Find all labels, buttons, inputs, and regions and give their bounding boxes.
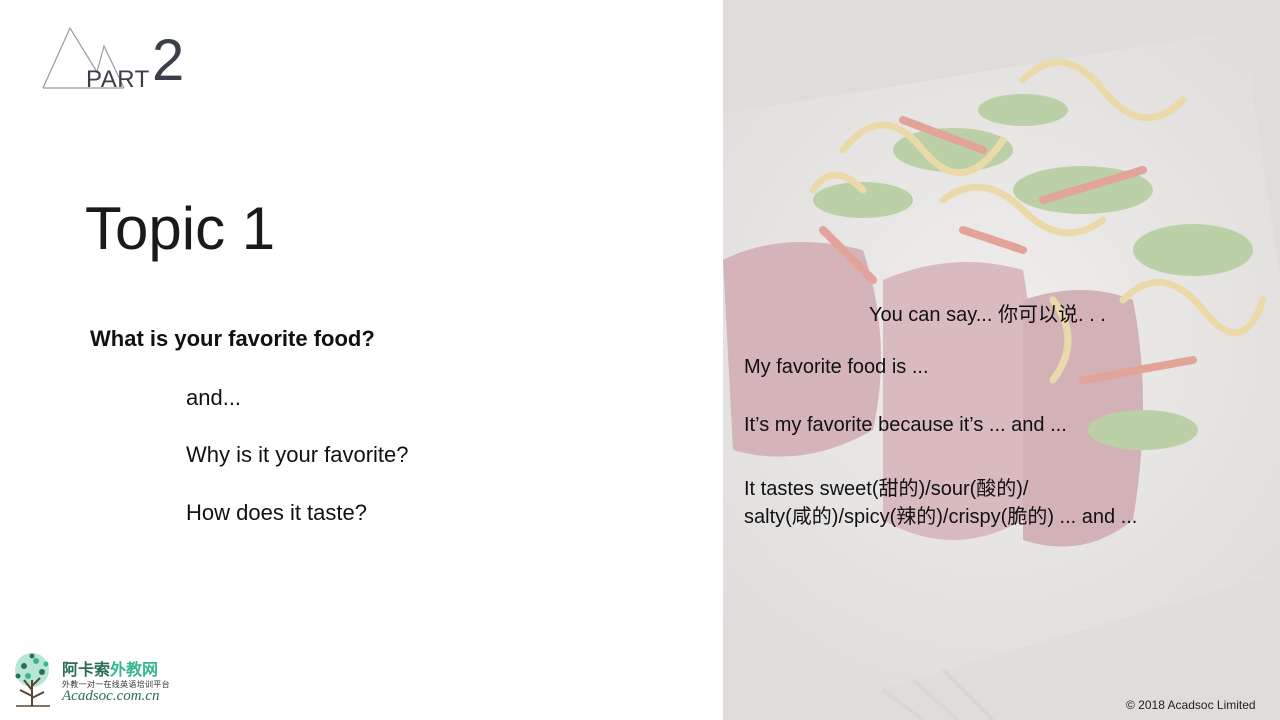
- followup-question: How does it taste?: [186, 500, 367, 525]
- phrases-heading: You can say... 你可以说. . .: [869, 304, 1106, 326]
- phrase-line: It’s my favorite because it’s ... and ..…: [744, 414, 1067, 436]
- copyright-text: © 2018 Acadsoc Limited: [1126, 698, 1256, 712]
- brand-name: 阿卡索外教网: [62, 656, 158, 680]
- phrase-line: salty(咸的)/spicy(辣的)/crispy(脆的) ... and .…: [744, 506, 1138, 528]
- brand-name-main: 阿卡索: [62, 662, 111, 679]
- part-label: PART: [86, 66, 150, 93]
- tree-icon: [15, 653, 50, 707]
- brand-name-accent: 外教网: [110, 662, 159, 679]
- slide: PART 2 Topic 1 What is your favorite foo…: [0, 0, 1280, 720]
- part-marker: PART 2: [40, 24, 220, 104]
- part-number: 2: [152, 28, 185, 93]
- followup-question: and...: [186, 385, 242, 410]
- brand-logo: 阿卡索外教网 外教一对一在线英语培训平台 Acadsoc.com.cn: [6, 650, 186, 710]
- phrase-line: My favorite food is ...: [744, 356, 929, 378]
- phrase-line: It tastes sweet(甜的)/sour(酸的)/: [744, 478, 1029, 500]
- main-question: What is your favorite food?: [90, 326, 375, 351]
- topic-title: Topic 1: [85, 195, 276, 262]
- brand-url: Acadsoc.com.cn: [62, 688, 160, 704]
- followup-question: Why is it your favorite?: [186, 442, 409, 467]
